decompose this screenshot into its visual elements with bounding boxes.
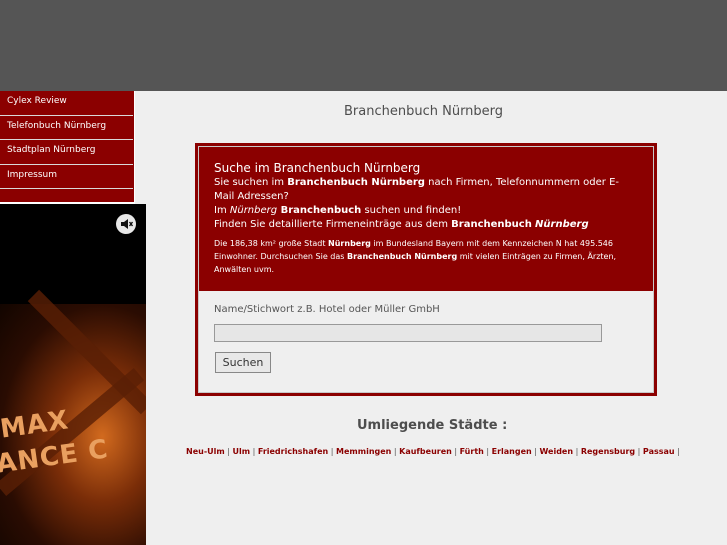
- city-link[interactable]: Weiden: [540, 447, 574, 456]
- sidebar-nav: Cylex Review Telefonbuch Nürnberg Stadtp…: [0, 91, 134, 202]
- city-link[interactable]: Memmingen: [336, 447, 391, 456]
- search-form: Name/Stichwort z.B. Hotel oder Müller Gm…: [198, 291, 654, 393]
- dance-artwork-image: MAX ANCE C: [0, 289, 146, 545]
- city-link[interactable]: Fürth: [460, 447, 484, 456]
- search-intro-line: Im Nürnberg Branchenbuch suchen und find…: [214, 205, 462, 216]
- city-link[interactable]: Regensburg: [581, 447, 635, 456]
- sidebar-item-impressum[interactable]: Impressum: [0, 165, 133, 189]
- search-header: Suche im Branchenbuch Nürnberg Sie suche…: [198, 146, 654, 291]
- search-heading: Suche im Branchenbuch Nürnberg: [214, 161, 421, 175]
- page-title: Branchenbuch Nürnberg: [344, 104, 504, 119]
- city-link[interactable]: Friedrichshafen: [258, 447, 328, 456]
- nearby-cities-title: Umliegende Städte :: [357, 418, 508, 433]
- search-button[interactable]: Suchen: [215, 352, 271, 373]
- artwork-stripe: [27, 289, 146, 415]
- media-black-area: [0, 204, 146, 304]
- media-banner[interactable]: MAX ANCE C: [0, 204, 146, 545]
- search-intro-line: Finden Sie detaillierte Firmeneinträge a…: [214, 219, 589, 230]
- city-separator: |: [224, 447, 233, 456]
- sidebar-item-stadtplan[interactable]: Stadtplan Nürnberg: [0, 140, 133, 165]
- city-link[interactable]: Passau: [643, 447, 675, 456]
- city-separator: |: [483, 447, 492, 456]
- city-separator: |: [674, 447, 680, 456]
- search-panel: Suche im Branchenbuch Nürnberg Sie suche…: [195, 143, 657, 396]
- sidebar-item-telefonbuch[interactable]: Telefonbuch Nürnberg: [0, 116, 133, 140]
- city-link[interactable]: Kaufbeuren: [399, 447, 452, 456]
- top-banner: [0, 0, 727, 91]
- city-separator: |: [250, 447, 258, 456]
- city-link[interactable]: Erlangen: [492, 447, 532, 456]
- sidebar-item-cylex-review[interactable]: Cylex Review: [0, 91, 133, 116]
- search-field-label: Name/Stichwort z.B. Hotel oder Müller Gm…: [214, 304, 440, 315]
- city-separator: |: [635, 447, 643, 456]
- city-link[interactable]: Neu-Ulm: [186, 447, 225, 456]
- city-separator: |: [573, 447, 581, 456]
- city-separator: |: [451, 447, 460, 456]
- speaker-mute-icon[interactable]: [116, 214, 136, 234]
- sidebar: Cylex Review Telefonbuch Nürnberg Stadtp…: [0, 91, 146, 545]
- nearby-cities-list: Neu-Ulm | Ulm | Friedrichshafen | Memmin…: [186, 447, 680, 456]
- city-separator: |: [328, 447, 337, 456]
- search-intro-line: Sie suchen im Branchenbuch Nürnberg nach…: [214, 177, 620, 202]
- city-separator: |: [531, 447, 540, 456]
- search-city-info: Die 186,38 km² große Stadt Nürnberg im B…: [214, 239, 617, 274]
- city-separator: |: [391, 447, 400, 456]
- city-link[interactable]: Ulm: [233, 447, 251, 456]
- search-input[interactable]: [214, 324, 602, 342]
